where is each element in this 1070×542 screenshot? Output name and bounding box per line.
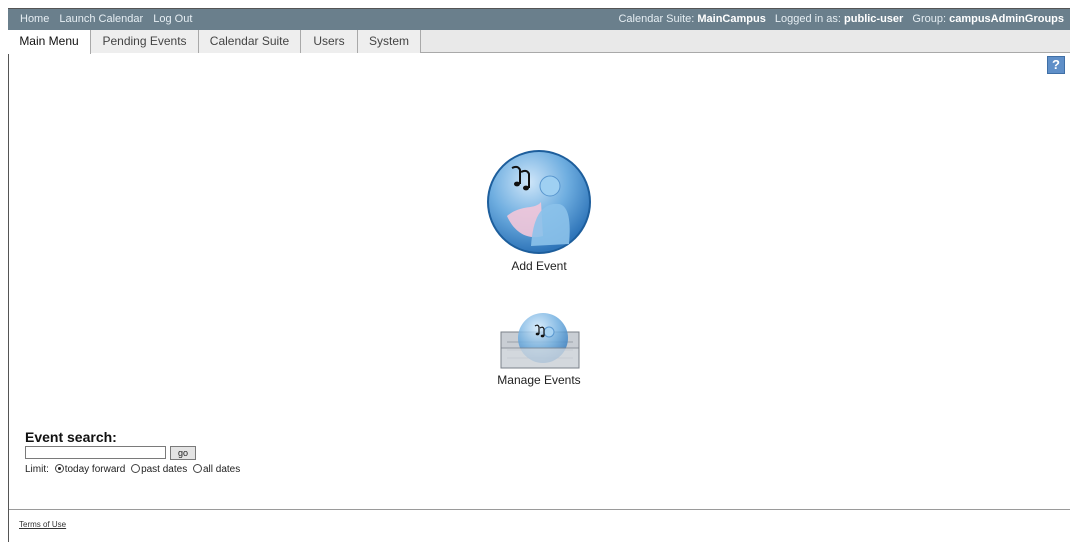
radio-today-forward[interactable] <box>54 464 64 473</box>
group-value: campusAdminGroups <box>949 13 1064 25</box>
limit-options: Limit: today forward past dates all date… <box>25 464 240 475</box>
add-event-icon <box>487 150 591 254</box>
manage-events-icon <box>500 313 580 369</box>
tab-main-menu[interactable]: Main Menu <box>8 30 91 54</box>
help-icon[interactable]: ? <box>1047 56 1065 74</box>
footer-divider <box>9 509 1070 510</box>
tab-bar: Main Menu Pending Events Calendar Suite … <box>8 30 1070 54</box>
top-links: Home Launch Calendar Log Out <box>20 13 199 25</box>
go-button[interactable]: go <box>170 446 196 460</box>
tab-users[interactable]: Users <box>301 30 358 53</box>
launch-calendar-link[interactable]: Launch Calendar <box>59 13 143 25</box>
top-bar: Home Launch Calendar Log Out Calendar Su… <box>8 9 1070 30</box>
session-info: Calendar Suite: MainCampus Logged in as:… <box>618 13 1064 25</box>
add-event-button[interactable]: Add Event <box>478 148 600 273</box>
option-today-forward: today forward <box>64 464 126 475</box>
manage-events-label[interactable]: Manage Events <box>488 373 590 387</box>
add-event-label[interactable]: Add Event <box>478 259 600 273</box>
suite-value: MainCampus <box>697 13 766 25</box>
option-past-dates: past dates <box>141 464 188 475</box>
radio-all-dates[interactable] <box>193 464 202 473</box>
radio-past-dates[interactable] <box>131 464 141 473</box>
tab-pending-events[interactable]: Pending Events <box>91 30 199 53</box>
option-all-dates: all dates <box>203 464 241 475</box>
user-value: public-user <box>844 13 904 25</box>
home-link[interactable]: Home <box>20 13 49 25</box>
tab-system[interactable]: System <box>358 30 421 53</box>
limit-label: Limit: <box>25 464 49 475</box>
terms-of-use-link[interactable]: Terms of Use <box>19 520 66 529</box>
user-label: Logged in as: <box>774 13 841 25</box>
log-out-link[interactable]: Log Out <box>153 13 192 25</box>
page-frame <box>8 8 1070 542</box>
group-label: Group: <box>912 13 947 25</box>
event-search-input[interactable] <box>25 446 166 459</box>
suite-label: Calendar Suite: <box>618 13 695 25</box>
tab-calendar-suite[interactable]: Calendar Suite <box>199 30 301 53</box>
event-search-title: Event search: <box>25 429 117 445</box>
manage-events-button[interactable]: Manage Events <box>488 312 590 387</box>
